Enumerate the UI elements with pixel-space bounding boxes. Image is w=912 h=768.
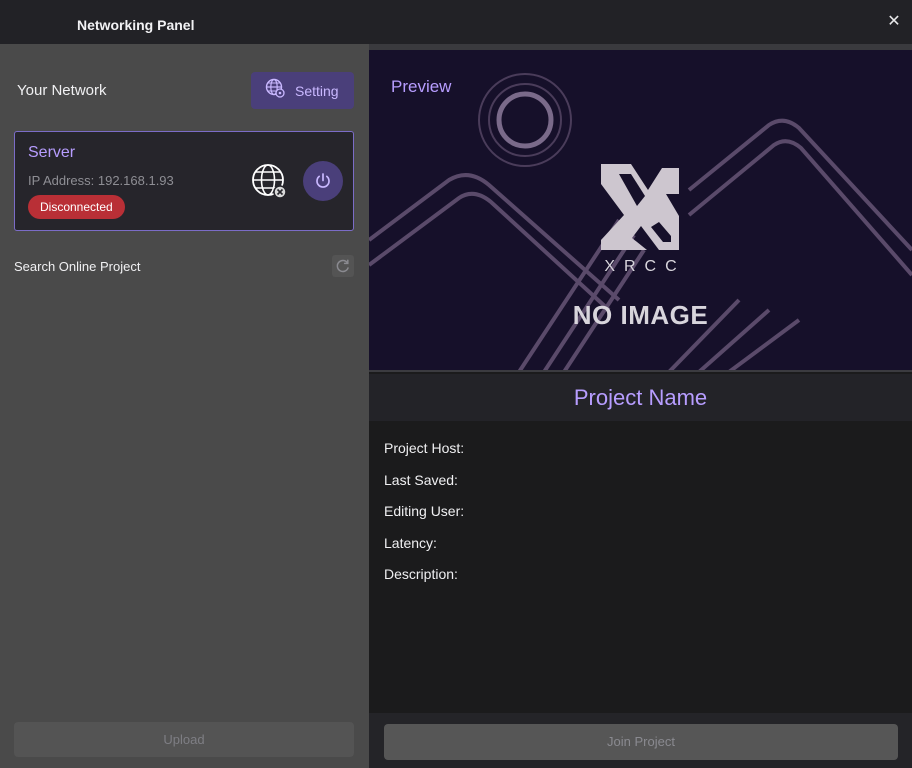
bottom-bar: Join Project (369, 713, 912, 768)
close-icon[interactable]: ✕ (886, 14, 902, 30)
refresh-icon (336, 259, 349, 273)
globe-disconnected-icon (251, 163, 289, 201)
setting-button-label: Setting (295, 82, 339, 99)
project-panel: Preview XRCC NO IMAGE Project Name Proje… (369, 44, 912, 768)
setting-button[interactable]: Setting (251, 72, 354, 109)
status-badge: Disconnected (28, 195, 125, 219)
logo-text: XRCC (604, 258, 686, 275)
upload-button[interactable]: Upload (14, 722, 354, 757)
description-label: Description: (384, 566, 458, 582)
server-ip-address: IP Address: 192.168.1.93 (28, 173, 174, 188)
preview-label: Preview (391, 77, 452, 96)
latency-label: Latency: (384, 534, 437, 551)
title-bar: Networking Panel ✕ (0, 0, 912, 44)
network-sidebar: Your Network Setting Server IP Address: … (0, 44, 369, 768)
project-host-label: Project Host: (384, 440, 465, 456)
project-name-title: Project Name (369, 374, 912, 421)
power-button[interactable] (303, 161, 343, 201)
last-saved-label: Last Saved: (384, 471, 458, 488)
window-title: Networking Panel (77, 17, 195, 33)
preview-area: Preview XRCC NO IMAGE (369, 50, 912, 372)
search-online-project-label: Search Online Project (14, 259, 141, 274)
power-icon (316, 173, 330, 188)
globe-settings-icon (265, 78, 285, 103)
join-project-button[interactable]: Join Project (384, 724, 898, 760)
editing-user-label: Editing User: (384, 503, 465, 519)
no-image-text: NO IMAGE (572, 300, 709, 330)
project-details: Project Host: Last Saved: Editing User: … (384, 440, 464, 598)
server-title: Server (28, 144, 76, 161)
server-card[interactable]: Server IP Address: 192.168.1.93 Disconne… (14, 131, 354, 231)
refresh-button[interactable] (332, 255, 354, 277)
your-network-label: Your Network (17, 82, 107, 99)
